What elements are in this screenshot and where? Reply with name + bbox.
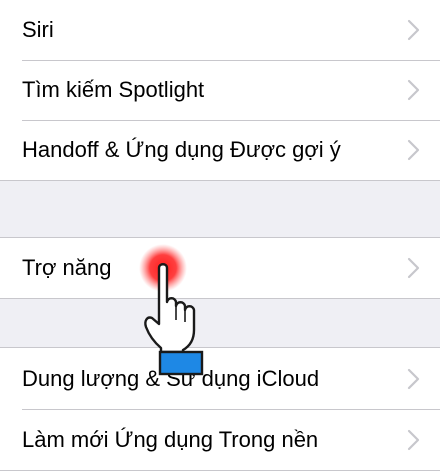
row-label: Handoff & Ứng dụng Được gợi ý <box>22 137 341 162</box>
chevron-right-icon <box>407 19 420 41</box>
settings-group-accessibility: Trợ năng <box>0 237 440 299</box>
chevron-right-icon <box>407 368 420 390</box>
row-background-refresh[interactable]: Làm mới Ứng dụng Trong nền <box>0 409 440 470</box>
row-spotlight-search[interactable]: Tìm kiếm Spotlight <box>0 60 440 120</box>
row-label: Làm mới Ứng dụng Trong nền <box>22 426 319 452</box>
row-label: Dung lượng & Sử dụng iCloud <box>22 365 320 391</box>
chevron-right-icon <box>407 429 420 451</box>
row-label: Tìm kiếm Spotlight <box>22 77 205 102</box>
row-handoff[interactable]: Handoff & Ứng dụng Được gợi ý <box>0 120 440 180</box>
row-label: Trợ năng <box>22 255 112 280</box>
chevron-right-icon <box>407 79 420 101</box>
chevron-right-icon <box>407 139 420 161</box>
row-storage-icloud[interactable]: Dung lượng & Sử dụng iCloud <box>0 348 440 409</box>
row-label: Siri <box>22 17 54 42</box>
settings-group-storage: Dung lượng & Sử dụng iCloud Làm mới Ứng … <box>0 347 440 471</box>
settings-group-general: Siri Tìm kiếm Spotlight Handoff & Ứng dụ… <box>0 0 440 181</box>
row-accessibility[interactable]: Trợ năng <box>0 238 440 298</box>
row-siri[interactable]: Siri <box>0 0 440 60</box>
chevron-right-icon <box>407 257 420 279</box>
